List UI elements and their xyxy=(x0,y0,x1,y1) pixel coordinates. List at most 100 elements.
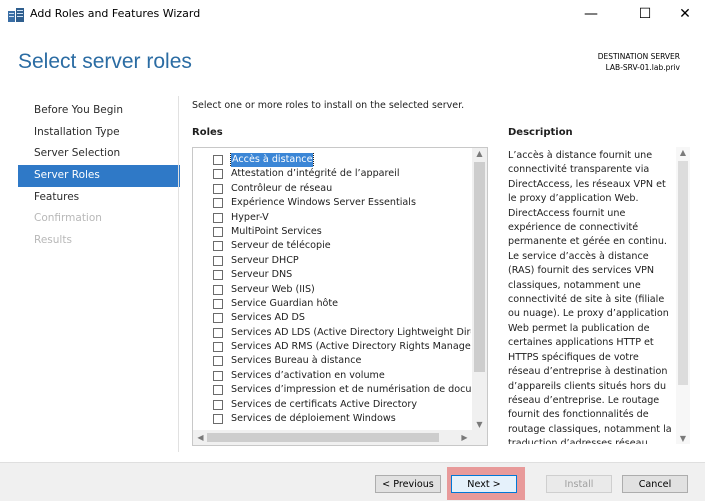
role-checkbox[interactable] xyxy=(213,284,223,295)
role-item[interactable]: Services de certificats Active Directory xyxy=(193,398,471,412)
role-checkbox[interactable] xyxy=(213,370,223,381)
role-checkbox[interactable] xyxy=(213,414,223,425)
role-checkbox[interactable] xyxy=(213,155,223,165)
install-button: Install xyxy=(546,475,612,493)
role-label[interactable]: Serveur de télécopie xyxy=(231,239,331,253)
instruction-text: Select one or more roles to install on t… xyxy=(192,100,465,111)
role-label[interactable]: Services d’impression et de numérisation… xyxy=(231,383,471,397)
role-label[interactable]: Service Guardian hôte xyxy=(231,297,338,311)
role-item[interactable]: Serveur DNS xyxy=(193,268,471,282)
wizard-navigation: Before You Begin Installation Type Serve… xyxy=(18,100,180,252)
role-item[interactable]: Attestation d’intégrité de l’appareil xyxy=(193,167,471,181)
role-label[interactable]: Serveur Web (IIS) xyxy=(231,283,315,297)
role-item[interactable]: Services AD LDS (Active Directory Lightw… xyxy=(193,326,471,340)
role-item[interactable]: Services AD RMS (Active Directory Rights… xyxy=(193,340,471,354)
role-checkbox[interactable] xyxy=(213,327,223,338)
role-item[interactable]: Services d’impression et de numérisation… xyxy=(193,383,471,397)
nav-item-server-selection[interactable]: Server Selection xyxy=(18,143,180,165)
next-button[interactable]: Next > xyxy=(451,475,517,493)
role-label[interactable]: Services d’activation en volume xyxy=(231,369,385,383)
role-label[interactable]: Serveur DHCP xyxy=(231,254,299,268)
role-label[interactable]: Services de certificats Active Directory xyxy=(231,398,417,412)
role-checkbox[interactable] xyxy=(213,298,223,309)
destination-label: DESTINATION SERVER xyxy=(597,52,680,61)
role-label[interactable]: Services AD RMS (Active Directory Rights… xyxy=(231,340,471,354)
roles-vertical-scrollbar[interactable]: ▲ ▼ xyxy=(472,148,487,430)
scroll-down-icon[interactable]: ▼ xyxy=(472,420,487,429)
description-scrollbar[interactable]: ▲ ▼ xyxy=(676,147,690,444)
roles-list-box[interactable]: Accès à distance Attestation d’intégrité … xyxy=(192,147,488,446)
role-checkbox[interactable] xyxy=(213,255,223,266)
role-checkbox[interactable] xyxy=(213,385,223,396)
role-label[interactable]: Attestation d’intégrité de l’appareil xyxy=(231,167,400,181)
desc-scroll-up-icon[interactable]: ▲ xyxy=(676,148,690,157)
role-checkbox[interactable] xyxy=(213,356,223,367)
role-checkbox[interactable] xyxy=(213,313,223,324)
nav-divider xyxy=(178,96,179,452)
role-checkbox[interactable] xyxy=(213,241,223,252)
close-button[interactable]: ✕ xyxy=(662,0,705,28)
roles-list: Accès à distance Attestation d’intégrité … xyxy=(193,153,471,426)
description-panel: L’accès à distance fournit une connectiv… xyxy=(508,147,690,444)
server-manager-icon xyxy=(8,8,24,22)
role-checkbox[interactable] xyxy=(213,183,223,194)
role-item[interactable]: Service Guardian hôte xyxy=(193,297,471,311)
role-label[interactable]: Services AD DS xyxy=(231,311,305,325)
close-icon: ✕ xyxy=(679,6,691,22)
role-item[interactable]: Serveur de télécopie xyxy=(193,239,471,253)
destination-server-name: LAB-SRV-01.lab.priv xyxy=(605,63,680,72)
title-bar: Add Roles and Features Wizard — ☐ ✕ xyxy=(0,0,705,30)
role-checkbox[interactable] xyxy=(213,399,223,410)
role-item[interactable]: MultiPoint Services xyxy=(193,225,471,239)
desc-scroll-down-icon[interactable]: ▼ xyxy=(676,434,690,443)
role-label[interactable]: Serveur DNS xyxy=(231,268,292,282)
destination-server-info: DESTINATION SERVER LAB-SRV-01.lab.priv xyxy=(598,51,680,73)
roles-heading: Roles xyxy=(192,127,223,138)
roles-hscroll-thumb[interactable] xyxy=(207,433,439,442)
scroll-right-icon[interactable]: ▶ xyxy=(457,433,472,442)
role-item[interactable]: Services de déploiement Windows xyxy=(193,412,471,426)
cancel-button[interactable]: Cancel xyxy=(622,475,688,493)
role-label[interactable]: Accès à distance xyxy=(229,153,315,168)
role-label[interactable]: Services de déploiement Windows xyxy=(231,412,396,426)
role-checkbox[interactable] xyxy=(213,212,223,223)
role-item[interactable]: Hyper-V xyxy=(193,211,471,225)
scroll-left-icon[interactable]: ◀ xyxy=(193,433,208,442)
nav-item-before-you-begin[interactable]: Before You Begin xyxy=(18,100,180,122)
scroll-up-icon[interactable]: ▲ xyxy=(472,149,487,158)
role-item[interactable]: Services Bureau à distance xyxy=(193,354,471,368)
role-label[interactable]: Services Bureau à distance xyxy=(231,354,361,368)
roles-scroll-thumb[interactable] xyxy=(474,162,485,372)
nav-item-features[interactable]: Features xyxy=(18,187,180,209)
nav-item-server-roles[interactable]: Server Roles xyxy=(18,165,180,187)
description-heading: Description xyxy=(508,127,573,138)
roles-horizontal-scrollbar[interactable]: ◀ ▶ xyxy=(193,430,472,445)
role-label[interactable]: Contrôleur de réseau xyxy=(231,182,332,196)
role-description: L’accès à distance fournit une connectiv… xyxy=(508,150,672,444)
maximize-icon: ☐ xyxy=(638,6,652,22)
page-title: Select server roles xyxy=(18,50,192,73)
role-item[interactable]: Services AD DS xyxy=(193,311,471,325)
role-checkbox[interactable] xyxy=(213,169,223,180)
role-label[interactable]: MultiPoint Services xyxy=(231,225,322,239)
role-item[interactable]: Contrôleur de réseau xyxy=(193,182,471,196)
role-item[interactable]: Accès à distance xyxy=(193,153,471,168)
role-label[interactable]: Services AD LDS (Active Directory Lightw… xyxy=(231,326,471,340)
role-checkbox[interactable] xyxy=(213,342,223,353)
role-label[interactable]: Hyper-V xyxy=(231,211,269,225)
role-label[interactable]: Expérience Windows Server Essentials xyxy=(231,196,416,210)
role-checkbox[interactable] xyxy=(213,270,223,281)
role-item[interactable]: Serveur Web (IIS) xyxy=(193,283,471,297)
minimize-button[interactable]: — xyxy=(568,0,614,28)
role-checkbox[interactable] xyxy=(213,226,223,237)
role-checkbox[interactable] xyxy=(213,198,223,209)
role-item[interactable]: Serveur DHCP xyxy=(193,254,471,268)
window-title: Add Roles and Features Wizard xyxy=(30,7,201,20)
nav-item-confirmation: Confirmation xyxy=(34,212,102,225)
role-item[interactable]: Expérience Windows Server Essentials xyxy=(193,196,471,210)
nav-item-results: Results xyxy=(34,234,72,247)
nav-item-installation-type[interactable]: Installation Type xyxy=(18,122,180,144)
role-item[interactable]: Services d’activation en volume xyxy=(193,369,471,383)
previous-button[interactable]: < Previous xyxy=(375,475,441,493)
description-scroll-thumb[interactable] xyxy=(678,161,688,385)
